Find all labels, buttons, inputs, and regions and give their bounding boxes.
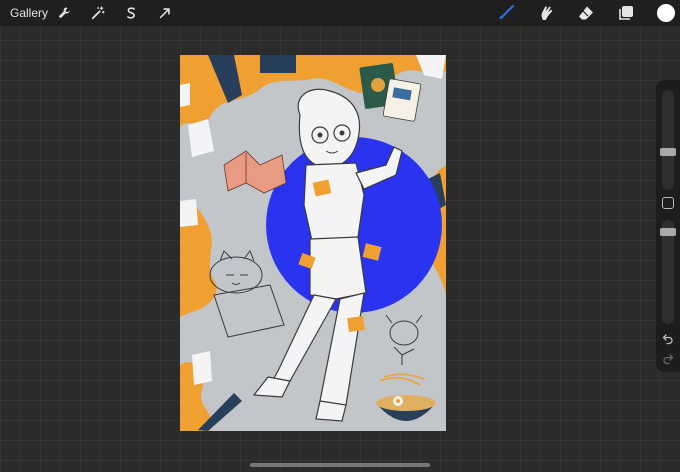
ramen-bowl-illustration xyxy=(376,373,436,421)
undo-button[interactable] xyxy=(661,332,675,346)
sleeping-doodle xyxy=(209,249,285,338)
brush-icon xyxy=(499,4,515,19)
navy-block-top xyxy=(260,55,296,73)
modifier-square-icon[interactable] xyxy=(662,197,674,209)
transform-button[interactable] xyxy=(155,3,175,23)
magic-wand-icon xyxy=(91,6,105,20)
home-indicator xyxy=(250,463,430,467)
transform-arrow-icon xyxy=(159,8,170,19)
redo-button[interactable] xyxy=(661,352,675,366)
layers-icon xyxy=(619,6,633,20)
cheering-doodle xyxy=(385,314,423,365)
adjustments-button[interactable] xyxy=(88,3,108,23)
brush-tool-button[interactable] xyxy=(496,3,516,23)
smudge-tool-button[interactable] xyxy=(536,3,556,23)
artwork xyxy=(180,55,446,431)
selection-s-icon xyxy=(127,7,135,19)
eraser-tool-button[interactable] xyxy=(576,3,596,23)
eraser-icon xyxy=(579,6,593,20)
color-picker-button[interactable] xyxy=(657,4,675,22)
smudge-icon xyxy=(541,6,553,20)
drawing-canvas[interactable] xyxy=(180,55,446,431)
open-book-illustration xyxy=(223,150,287,194)
brush-size-slider[interactable] xyxy=(662,90,674,190)
brush-size-thumb[interactable] xyxy=(660,148,676,156)
redo-icon xyxy=(663,354,674,365)
actions-button[interactable] xyxy=(54,3,74,23)
books-illustration xyxy=(359,63,422,122)
gallery-button[interactable]: Gallery xyxy=(10,6,48,20)
selection-button[interactable] xyxy=(121,3,141,23)
layers-button[interactable] xyxy=(616,3,636,23)
undo-icon xyxy=(662,334,673,345)
top-toolbar: Gallery xyxy=(0,0,680,26)
side-toolbar xyxy=(656,80,680,372)
opacity-thumb[interactable] xyxy=(660,228,676,236)
wrench-icon xyxy=(58,7,70,19)
